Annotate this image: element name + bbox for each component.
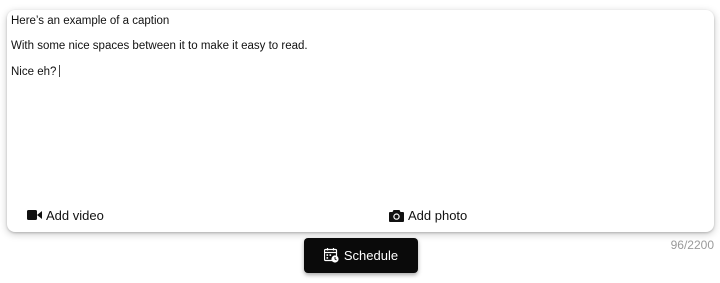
caption-textarea[interactable]: Here’s an example of a caption With some… bbox=[11, 15, 701, 190]
text-cursor bbox=[59, 65, 61, 77]
schedule-label: Schedule bbox=[343, 248, 399, 263]
caption-line-1: Here’s an example of a caption bbox=[11, 15, 170, 27]
video-camera-icon bbox=[26, 207, 42, 223]
character-counter: 96/2200 bbox=[670, 238, 714, 252]
add-photo-label: Add photo bbox=[408, 207, 468, 223]
add-photo-button[interactable]: Add photo bbox=[388, 206, 467, 224]
add-video-button[interactable]: Add video bbox=[26, 206, 104, 224]
schedule-button[interactable]: Schedule bbox=[304, 238, 418, 273]
caption-editor-card: Here’s an example of a caption With some… bbox=[7, 10, 714, 232]
add-video-label: Add video bbox=[46, 207, 104, 223]
camera-icon bbox=[388, 207, 404, 223]
calendar-clock-icon bbox=[323, 248, 339, 263]
caption-line-2: With some nice spaces between it to make… bbox=[11, 40, 308, 52]
caption-line-3: Nice eh? bbox=[11, 65, 61, 78]
